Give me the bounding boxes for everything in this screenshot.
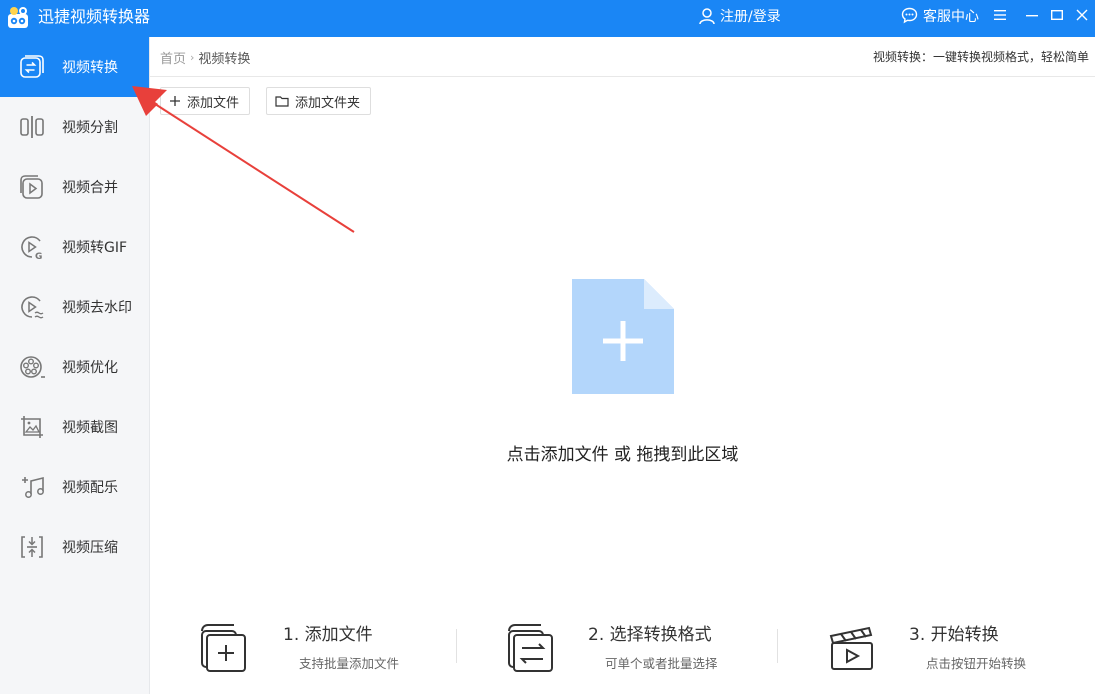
- sidebar-item-video-split[interactable]: 视频分割: [0, 97, 149, 157]
- menu-button[interactable]: [989, 3, 1011, 27]
- merge-icon: [20, 175, 43, 199]
- chat-icon: [901, 7, 918, 24]
- sidebar-item-label: 视频优化: [62, 360, 118, 376]
- sidebar-item-label: 视频配乐: [62, 480, 118, 496]
- sidebar-item-label: 视频分割: [62, 120, 118, 136]
- convert-icon: [20, 55, 44, 78]
- sidebar-item-video-screenshot[interactable]: 视频截图: [0, 397, 149, 457]
- sidebar: 视频转换 视频分割 视频合并 G 视频转GIF 视频去水印 视频优化 视频截图 …: [0, 37, 150, 694]
- user-icon: [699, 7, 715, 24]
- app-logo-icon: [8, 7, 28, 28]
- page-tagline: 视频转换：一键转换视频格式，轻松简单: [872, 50, 1089, 64]
- drop-hint-text[interactable]: 点击添加文件 或 拖拽到此区域: [150, 440, 1095, 465]
- add-files-icon: [201, 624, 246, 672]
- title-bar: 迅捷视频转换器 注册/登录 客服中心: [0, 0, 1095, 37]
- sidebar-item-label: 视频截图: [62, 420, 118, 436]
- sidebar-item-video-optimize[interactable]: 视频优化: [0, 337, 149, 397]
- sidebar-item-video-music[interactable]: 视频配乐: [0, 457, 149, 517]
- sidebar-item-label: 视频压缩: [62, 540, 118, 556]
- chevron-right-icon: ›: [190, 51, 195, 64]
- maximize-icon: [1051, 10, 1064, 21]
- close-button[interactable]: [1071, 3, 1093, 27]
- login-register-button[interactable]: 注册/登录: [698, 0, 781, 31]
- maximize-button[interactable]: [1046, 3, 1068, 27]
- watermark-icon: [21, 296, 44, 319]
- step-subtitle: 可单个或者批量选择: [605, 656, 718, 671]
- step-subtitle: 点击按钮开始转换: [926, 656, 1027, 671]
- breadcrumb: 首页 › 视频转换: [160, 48, 250, 67]
- sidebar-item-label: 视频合并: [62, 180, 118, 196]
- gif-icon: G: [21, 236, 42, 261]
- sidebar-item-label: 视频去水印: [62, 300, 132, 316]
- minimize-button[interactable]: [1021, 3, 1043, 27]
- sidebar-item-label: 视频转换: [62, 60, 118, 76]
- add-folder-button[interactable]: 添加文件夹: [266, 87, 372, 115]
- header-divider: [150, 76, 1095, 77]
- add-folder-label: 添加文件夹: [295, 95, 361, 111]
- optimize-icon: [20, 356, 45, 378]
- sidebar-item-video-convert[interactable]: 视频转换: [0, 37, 149, 97]
- customer-service-label: 客服中心: [923, 8, 979, 25]
- sidebar-item-video-to-gif[interactable]: G 视频转GIF: [0, 217, 149, 277]
- hamburger-icon: [994, 10, 1006, 20]
- step-divider: [777, 629, 778, 663]
- sidebar-item-video-compress[interactable]: 视频压缩: [0, 517, 149, 577]
- sidebar-item-video-remove-watermark[interactable]: 视频去水印: [0, 277, 149, 337]
- add-file-button[interactable]: 添加文件: [160, 87, 251, 115]
- music-icon: [22, 476, 44, 498]
- convert-format-icon: [508, 624, 553, 672]
- step-choose-format: 2. 选择转换格式 可单个或者批量选择: [505, 617, 765, 677]
- sidebar-item-video-merge[interactable]: 视频合并: [0, 157, 149, 217]
- step-title: 3. 开始转换: [909, 625, 999, 645]
- step-add-files: 1. 添加文件 支持批量添加文件: [198, 617, 438, 677]
- breadcrumb-current: 视频转换: [198, 52, 251, 67]
- step-subtitle: 支持批量添加文件: [299, 656, 400, 671]
- plus-icon: [170, 96, 180, 106]
- close-icon: [1076, 9, 1088, 21]
- add-file-label: 添加文件: [187, 95, 240, 111]
- clapperboard-icon: [829, 626, 873, 670]
- svg-text:G: G: [35, 252, 42, 261]
- screenshot-icon: [21, 416, 43, 438]
- split-icon: [20, 116, 44, 138]
- sidebar-item-label: 视频转GIF: [62, 240, 128, 256]
- customer-service-button[interactable]: 客服中心: [901, 0, 979, 31]
- step-divider: [456, 629, 457, 663]
- step-title: 1. 添加文件: [283, 625, 373, 645]
- minimize-icon: [1026, 15, 1038, 17]
- compress-icon: [21, 536, 43, 558]
- folder-icon: [275, 96, 289, 107]
- login-register-label: 注册/登录: [720, 8, 781, 25]
- app-title: 迅捷视频转换器: [38, 7, 151, 26]
- step-title: 2. 选择转换格式: [588, 625, 712, 645]
- breadcrumb-home[interactable]: 首页: [160, 48, 186, 67]
- step-start-convert: 3. 开始转换 点击按钮开始转换: [828, 617, 1068, 677]
- add-file-icon[interactable]: [572, 279, 674, 394]
